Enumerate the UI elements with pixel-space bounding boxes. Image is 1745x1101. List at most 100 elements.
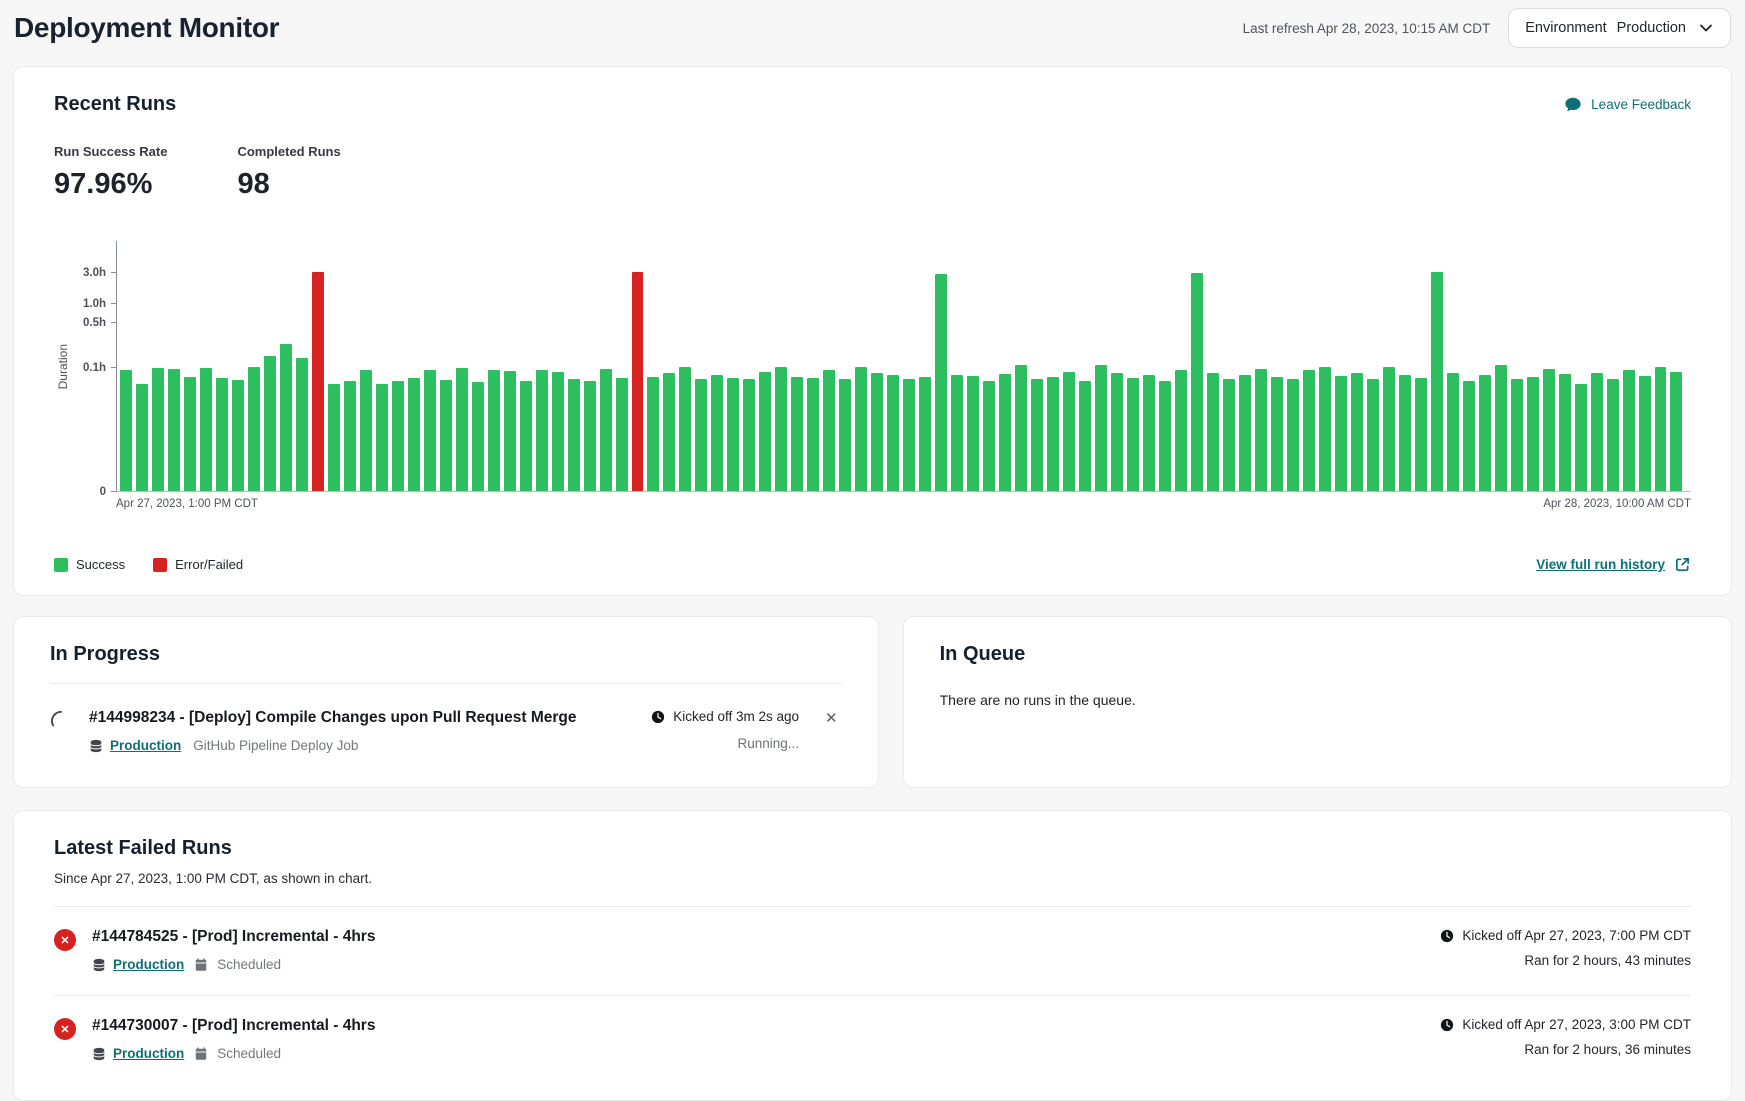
run-bar[interactable]	[1543, 369, 1555, 491]
run-bar[interactable]	[1495, 365, 1507, 491]
run-bar[interactable]	[1031, 379, 1043, 491]
run-bar[interactable]	[855, 367, 867, 491]
run-bar[interactable]	[775, 367, 787, 491]
run-bar[interactable]	[1207, 373, 1219, 491]
run-bar[interactable]	[1143, 375, 1155, 491]
environment-dropdown[interactable]: Environment Production	[1508, 8, 1731, 48]
run-bar[interactable]	[903, 379, 915, 491]
run-bar[interactable]	[695, 379, 707, 491]
view-full-run-history-link[interactable]: View full run history	[1536, 556, 1691, 573]
run-bar[interactable]	[296, 358, 308, 491]
run-bar[interactable]	[967, 376, 979, 491]
run-bar[interactable]	[999, 374, 1011, 491]
run-bar[interactable]	[1063, 372, 1075, 491]
run-bar[interactable]	[424, 370, 436, 491]
run-bar[interactable]	[743, 379, 755, 491]
run-bar[interactable]	[1079, 381, 1091, 491]
run-bar[interactable]	[248, 367, 260, 491]
run-bar[interactable]	[1399, 375, 1411, 491]
run-bar[interactable]	[1527, 377, 1539, 491]
run-bar[interactable]	[360, 370, 372, 491]
run-bar[interactable]	[120, 370, 132, 491]
run-bar[interactable]	[328, 384, 340, 491]
run-bar[interactable]	[871, 373, 883, 491]
run-bar[interactable]	[1367, 379, 1379, 491]
run-bar[interactable]	[1303, 370, 1315, 491]
run-bar[interactable]	[456, 368, 468, 491]
run-bar[interactable]	[232, 380, 244, 491]
run-bar[interactable]	[1095, 365, 1107, 491]
run-bar[interactable]	[1047, 377, 1059, 491]
run-bar[interactable]	[472, 382, 484, 491]
run-bar[interactable]	[1591, 373, 1603, 491]
run-bar[interactable]	[1255, 369, 1267, 491]
run-bar[interactable]	[711, 375, 723, 491]
run-bar[interactable]	[1015, 365, 1027, 491]
run-bar[interactable]	[919, 377, 931, 491]
run-bar[interactable]	[951, 375, 963, 491]
run-bar[interactable]	[344, 381, 356, 491]
environment-link[interactable]: Production	[113, 957, 184, 972]
run-bar[interactable]	[264, 356, 276, 491]
environment-link[interactable]: Production	[110, 738, 181, 753]
run-bar[interactable]	[663, 373, 675, 491]
run-bar[interactable]	[791, 377, 803, 491]
run-bar[interactable]	[1511, 379, 1523, 491]
run-bar[interactable]	[280, 344, 292, 491]
run-bar[interactable]	[1191, 273, 1203, 491]
run-bar[interactable]	[1127, 378, 1139, 491]
run-bar[interactable]	[552, 372, 564, 491]
run-bar[interactable]	[647, 377, 659, 491]
run-bar[interactable]	[1335, 376, 1347, 491]
run-bar[interactable]	[376, 384, 388, 491]
leave-feedback-button[interactable]: Leave Feedback	[1564, 96, 1691, 114]
run-bar[interactable]	[1623, 370, 1635, 491]
run-bar[interactable]	[983, 381, 995, 491]
run-bar[interactable]	[1670, 372, 1682, 491]
run-bar[interactable]	[887, 375, 899, 491]
run-bar[interactable]	[136, 384, 148, 491]
run-bar[interactable]	[1575, 384, 1587, 491]
run-bar[interactable]	[168, 369, 180, 491]
run-bar[interactable]	[1415, 378, 1427, 491]
run-bar[interactable]	[1287, 379, 1299, 491]
environment-link[interactable]: Production	[113, 1046, 184, 1061]
run-bar[interactable]	[1351, 373, 1363, 491]
run-bar[interactable]	[807, 378, 819, 491]
run-bar[interactable]	[216, 378, 228, 491]
run-bar[interactable]	[488, 370, 500, 491]
run-bar[interactable]	[1559, 374, 1571, 491]
run-bar[interactable]	[568, 379, 580, 491]
run-bar[interactable]	[839, 379, 851, 491]
run-bar[interactable]	[727, 378, 739, 491]
run-bar[interactable]	[1463, 381, 1475, 491]
run-bar[interactable]	[1431, 272, 1443, 491]
run-bar[interactable]	[823, 370, 835, 491]
run-bar[interactable]	[1639, 376, 1651, 491]
run-bar[interactable]	[1607, 379, 1619, 491]
run-bar[interactable]	[184, 377, 196, 491]
run-bar[interactable]	[1159, 381, 1171, 491]
run-bar[interactable]	[1175, 370, 1187, 491]
run-bar[interactable]	[1223, 379, 1235, 491]
run-bar[interactable]	[1239, 375, 1251, 491]
run-bar[interactable]	[759, 372, 771, 491]
run-bar[interactable]	[679, 367, 691, 491]
run-bar[interactable]	[408, 378, 420, 491]
run-bar[interactable]	[440, 380, 452, 491]
run-bar[interactable]	[632, 272, 644, 491]
run-bar[interactable]	[584, 381, 596, 491]
run-bar[interactable]	[1479, 375, 1491, 491]
cancel-run-button[interactable]: ✕	[821, 709, 842, 728]
run-bar[interactable]	[152, 368, 164, 491]
run-bar[interactable]	[312, 272, 324, 491]
run-bar[interactable]	[1383, 367, 1395, 491]
run-bar[interactable]	[200, 368, 212, 491]
run-bar[interactable]	[616, 378, 628, 491]
run-bar[interactable]	[392, 381, 404, 491]
run-bar[interactable]	[935, 274, 947, 491]
run-bar[interactable]	[504, 371, 516, 491]
run-bar[interactable]	[1111, 373, 1123, 491]
run-bar[interactable]	[1447, 373, 1459, 491]
run-bar[interactable]	[600, 369, 612, 491]
